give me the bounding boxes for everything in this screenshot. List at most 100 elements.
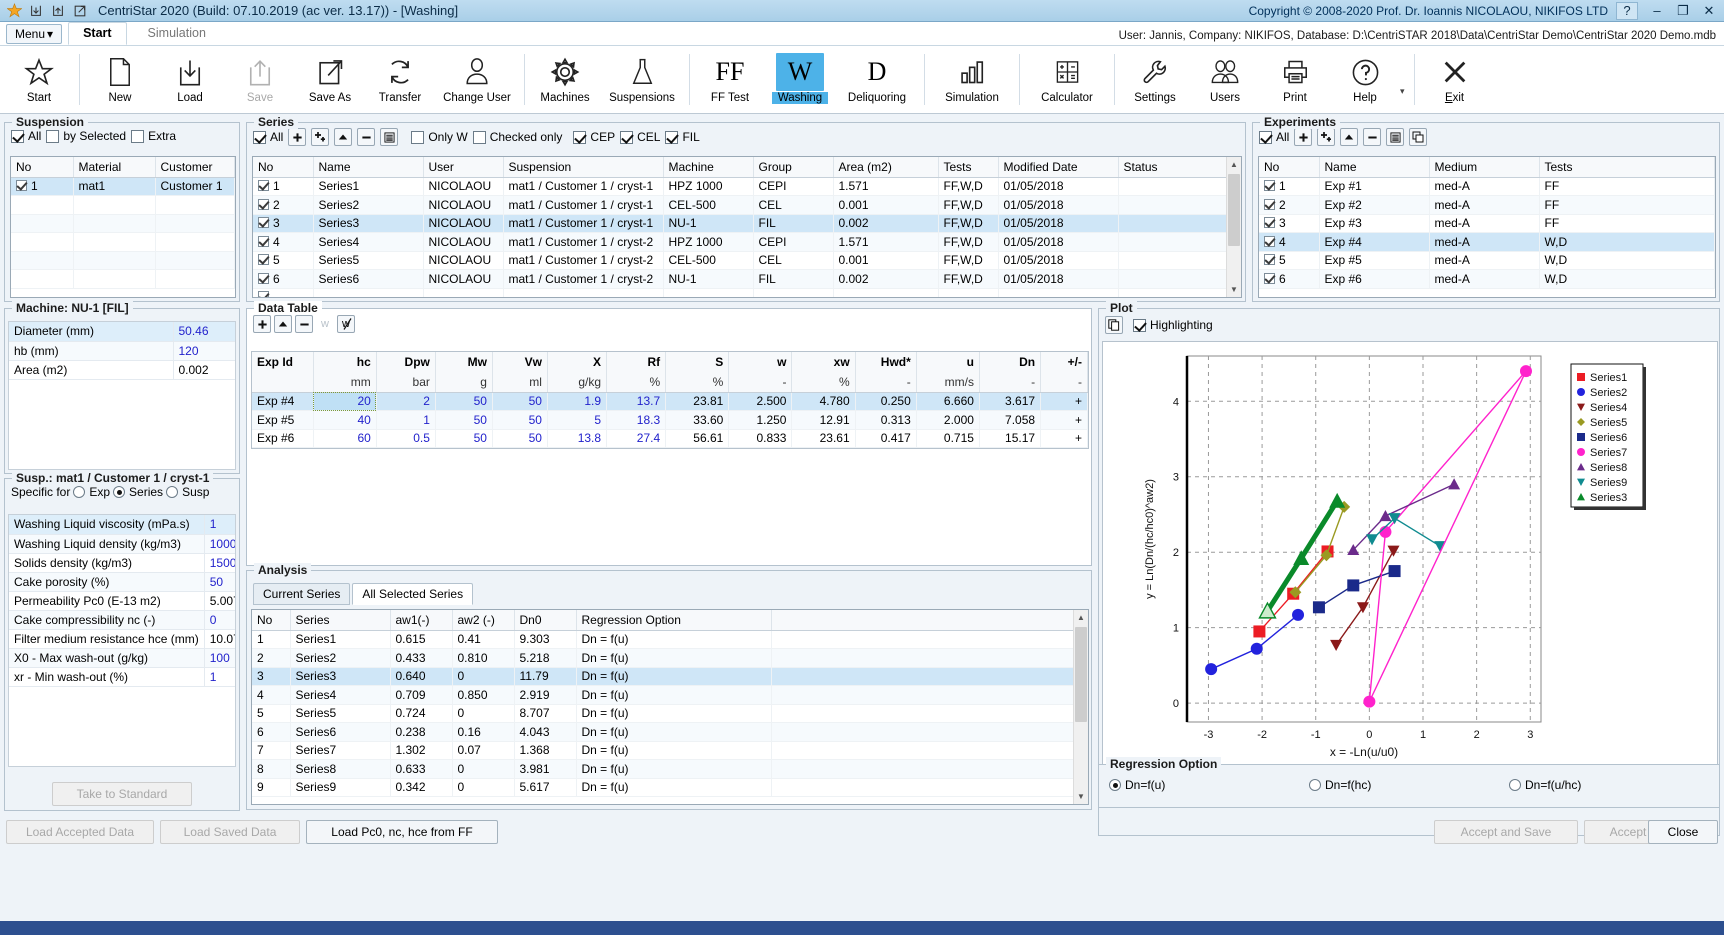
col-header-dn0[interactable]: Dn0 — [514, 610, 577, 631]
regression-dn-fuhc[interactable]: Dn=f(u/hc) — [1509, 778, 1581, 792]
load-accepted-data-button[interactable]: Load Accepted Data — [6, 820, 154, 844]
property-value[interactable]: 1500 — [204, 553, 235, 573]
series-up-button[interactable] — [334, 128, 353, 146]
table-row[interactable]: 1 Exp #1 med-A FF — [1259, 177, 1715, 196]
property-value[interactable]: 50.46 — [173, 322, 235, 342]
series-all-checkbox[interactable]: All — [253, 130, 283, 144]
table-row[interactable]: 5 Series5 0.724 0 8.707 Dn = f(u) — [252, 704, 1088, 723]
cell-xw[interactable]: 23.61 — [791, 429, 856, 448]
cell-pm[interactable]: + — [1040, 410, 1088, 430]
ribbon-item-exit[interactable]: Exit — [1420, 48, 1490, 111]
property-value[interactable]: 10.07 — [204, 629, 235, 649]
open-external-icon[interactable] — [72, 3, 88, 19]
property-row[interactable]: Diameter (mm) 50.46 — [9, 322, 235, 342]
cell-xw[interactable]: 4.780 — [791, 392, 856, 411]
save-down-icon[interactable] — [28, 3, 44, 19]
data-table[interactable]: Exp Id hc Dpw Mw Vw X Rf Sw xw Hwd* u Dn +/- mm bar g ml… — [251, 351, 1089, 449]
cell-dpw[interactable]: 0.5 — [376, 429, 436, 448]
property-row[interactable]: xr - Min wash-out (%) 1 — [9, 667, 235, 687]
ribbon-item-machines[interactable]: Machines — [530, 48, 600, 111]
property-row[interactable]: Permeability Pc0 (E-13 m2)5.007 — [9, 591, 235, 611]
table-row[interactable]: 6 Series6 0.238 0.16 4.043 Dn = f(u) — [252, 722, 1088, 742]
cell-exp[interactable]: Exp #5 — [252, 410, 314, 430]
col-header-hwd-[interactable]: Hwd* — [855, 352, 917, 372]
col-header-xw[interactable]: xw — [791, 352, 856, 372]
col-header-aw2-[interactable]: aw2 (-) — [452, 610, 515, 631]
experiments-up-button[interactable] — [1340, 128, 1359, 146]
data-remove-button[interactable] — [295, 315, 313, 333]
experiments-copy-button[interactable] — [1409, 128, 1428, 146]
cell-rf[interactable]: 27.4 — [606, 429, 667, 448]
cell-hwd[interactable]: 0.313 — [855, 410, 917, 430]
table-row[interactable]: 6 Series6 NICOLAOU mat1 / Customer 1 / crys… — [253, 269, 1241, 289]
series-list-button[interactable] — [380, 128, 399, 146]
cell-vw[interactable]: 50 — [492, 392, 548, 411]
cell-rf[interactable]: 13.7 — [606, 392, 667, 411]
data-add-button[interactable] — [253, 315, 271, 333]
col-header-no[interactable]: No — [1259, 157, 1320, 178]
table-row[interactable]: 1 mat1 Customer 1 — [11, 177, 235, 196]
col-header-u[interactable]: u — [916, 352, 980, 372]
cell-s[interactable]: 33.60 — [665, 410, 730, 430]
radio-series[interactable]: Series — [113, 485, 163, 499]
accept-and-save-button[interactable]: Accept and Save — [1434, 820, 1578, 844]
data-up-button[interactable] — [274, 315, 292, 333]
property-row[interactable]: Cake compressibility nc (-) 0 — [9, 610, 235, 630]
series-fil-checkbox[interactable]: FIL — [665, 130, 700, 144]
cell-dn[interactable]: 3.617 — [979, 392, 1042, 411]
close-button-footer[interactable]: Close — [1648, 820, 1718, 844]
col-header-no[interactable]: No — [253, 157, 314, 178]
ribbon-item-change-user[interactable]: Change User — [435, 48, 519, 111]
cell-dn[interactable]: 15.17 — [979, 429, 1042, 448]
row-checkbox-icon[interactable] — [16, 180, 27, 192]
cell-s[interactable]: 56.61 — [665, 429, 730, 448]
row-checkbox-icon[interactable] — [258, 254, 269, 266]
cell-mw[interactable]: 50 — [435, 429, 493, 448]
cell-hc[interactable]: 40 — [313, 410, 377, 430]
table-row[interactable]: 3 Series3 0.640 0 11.79 Dn = f(u) — [252, 667, 1088, 686]
property-value[interactable]: 50 — [204, 572, 235, 592]
property-row[interactable]: Washing Liquid density (kg/m3) 1000 — [9, 534, 235, 554]
cell-dpw[interactable]: 1 — [376, 410, 436, 430]
radio-exp[interactable]: Exp — [73, 485, 110, 499]
col-header-machine[interactable]: Machine — [663, 157, 754, 178]
col-header-no[interactable]: No — [252, 610, 291, 631]
cell-xw[interactable]: 12.91 — [791, 410, 856, 430]
table-row[interactable]: 5 Series5 NICOLAOU mat1 / Customer 1 / crys… — [253, 251, 1241, 270]
close-button[interactable]: ✕ — [1696, 1, 1722, 21]
share-up-icon[interactable] — [50, 3, 66, 19]
ribbon-item-settings[interactable]: Settings — [1120, 48, 1190, 111]
col-header-hc[interactable]: hc — [313, 352, 377, 372]
col-header-tests[interactable]: Tests — [1539, 157, 1715, 178]
menu-button[interactable]: Menu ▾ — [6, 24, 63, 44]
load-pc0-button[interactable]: Load Pc0, nc, hce from FF — [306, 820, 498, 844]
property-row[interactable]: Area (m2) 0.002 — [9, 360, 235, 380]
scroll-thumb[interactable] — [1075, 627, 1087, 722]
scroll-down-icon[interactable]: ▼ — [1074, 789, 1088, 804]
scroll-down-icon[interactable]: ▼ — [1227, 282, 1241, 297]
ribbon-item-transfer[interactable]: Transfer — [365, 48, 435, 111]
series-table[interactable]: No Name User Suspension Machine Group Area (m2… — [252, 156, 1242, 298]
ribbon-item-deliquoring[interactable]: D Deliquoring — [835, 48, 919, 111]
experiments-add-multi-button[interactable] — [1317, 128, 1336, 146]
cell-mw[interactable]: 50 — [435, 410, 493, 430]
cell-hc[interactable]: 20 — [313, 392, 377, 411]
suspension-by-selected-checkbox[interactable]: by Selected — [46, 129, 126, 143]
series-remove-button[interactable] — [357, 128, 376, 146]
table-row[interactable]: 1 Series1 NICOLAOU mat1 / Customer 1 / crys… — [253, 177, 1241, 196]
cell-hwd[interactable]: 0.250 — [855, 392, 917, 411]
col-header-tests[interactable]: Tests — [938, 157, 999, 178]
series-cel-checkbox[interactable]: CEL — [620, 130, 660, 144]
cell-w[interactable]: 0.833 — [728, 429, 793, 448]
col-header-group[interactable]: Group — [753, 157, 834, 178]
col-header-vw[interactable]: Vw — [492, 352, 548, 372]
col-header-suspension[interactable]: Suspension — [503, 157, 664, 178]
series-checked-only-checkbox[interactable]: Checked only — [472, 130, 562, 144]
table-row[interactable]: 4 Exp #4 med-A W,D — [1259, 232, 1715, 252]
col-header-medium[interactable]: Medium — [1429, 157, 1540, 178]
col-header-rf[interactable]: Rf — [606, 352, 667, 372]
col-header-name[interactable]: Name — [1319, 157, 1430, 178]
analysis-table[interactable]: No Series aw1(-) aw2 (-) Dn0 Regression Optio… — [251, 609, 1089, 805]
table-row[interactable]: 8 Series8 0.633 0 3.981 Dn = f(u) — [252, 759, 1088, 779]
table-row[interactable]: 4 Series4 0.709 0.850 2.919 Dn = f(u) — [252, 685, 1088, 705]
